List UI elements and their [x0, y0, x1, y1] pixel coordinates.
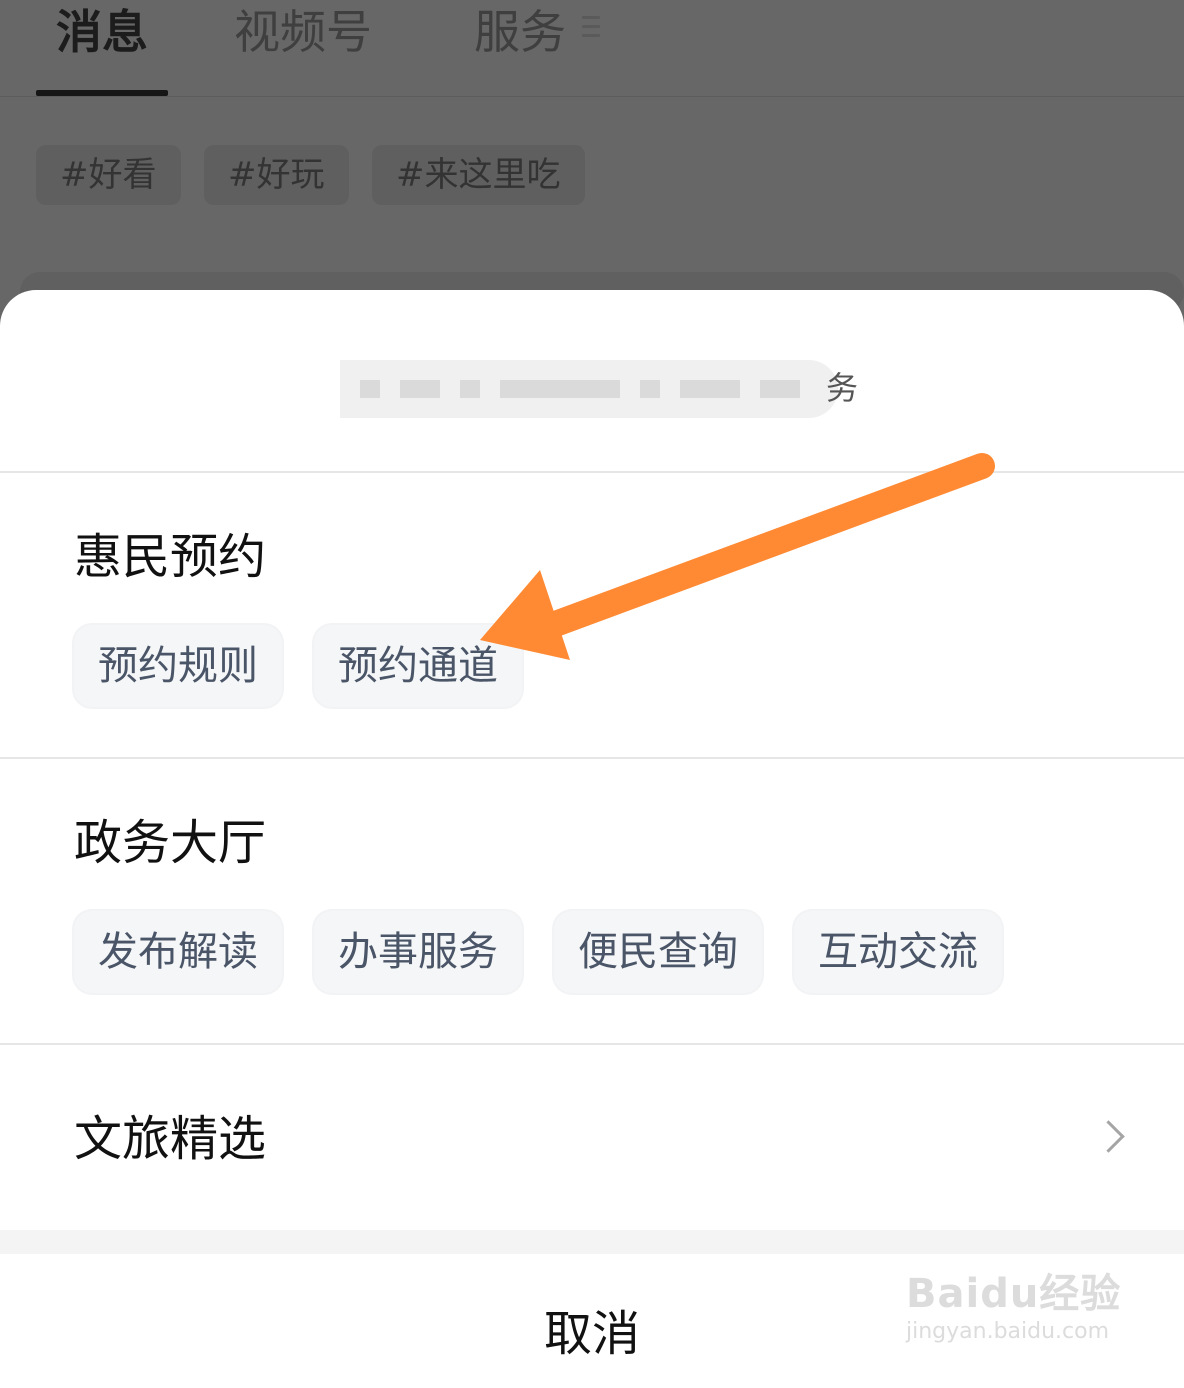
top-tab-bar: 消息 视频号 服务: [0, 0, 1184, 97]
chevron-right-icon: [1092, 1120, 1125, 1153]
chip-public-query[interactable]: 便民查询: [554, 911, 762, 993]
hashtag-chip[interactable]: #好看: [36, 145, 181, 205]
hashtag-chip[interactable]: #来这里吃: [372, 145, 585, 205]
sheet-title: 务: [826, 369, 859, 407]
redacted-title: [340, 360, 838, 418]
section-title: 文旅精选: [74, 1111, 267, 1167]
annotation-arrow-icon: [480, 453, 995, 660]
chip-policy-interpretation[interactable]: 发布解读: [74, 911, 282, 993]
section-culture-tourism[interactable]: 文旅精选: [0, 1045, 1184, 1230]
tab-channels[interactable]: 视频号: [234, 2, 372, 62]
watermark-logo: Baidu经验: [906, 1271, 1122, 1317]
chip-interaction[interactable]: 互动交流: [794, 911, 1002, 993]
section-title: 政务大厅: [74, 815, 267, 871]
baidu-watermark: Baidu经验 jingyan.baidu.com: [906, 1270, 1126, 1370]
tab-messages[interactable]: 消息: [56, 2, 148, 62]
section-title: 惠民预约: [74, 529, 267, 585]
section-government-hall: 政务大厅 发布解读 办事服务 便民查询 互动交流: [0, 759, 1184, 1045]
sheet-gap: [0, 1230, 1184, 1254]
watermark-url: jingyan.baidu.com: [906, 1319, 1110, 1344]
chip-appointment-rules[interactable]: 预约规则: [74, 625, 282, 707]
active-tab-indicator: [36, 90, 168, 96]
tab-services[interactable]: 服务: [474, 2, 566, 62]
menu-icon[interactable]: [582, 16, 600, 42]
hashtag-chip[interactable]: #好玩: [204, 145, 349, 205]
sheet-header: 务: [0, 290, 1184, 473]
chip-affairs-service[interactable]: 办事服务: [314, 911, 522, 993]
